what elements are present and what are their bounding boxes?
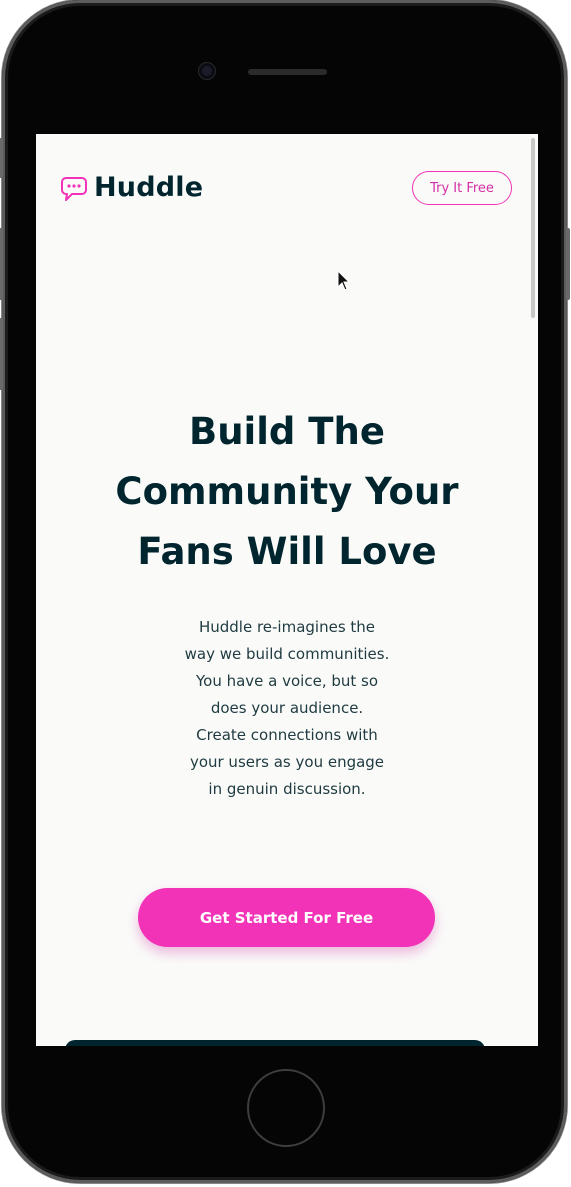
hero-title: Build The Community Your Fans Will Love: [115, 410, 459, 573]
screen: Huddle Try It Free Build The Community Y…: [36, 134, 538, 1046]
logo[interactable]: Huddle: [60, 172, 203, 203]
next-section-card: [65, 1040, 485, 1046]
hero-description: Huddle re-imagines the way we build comm…: [184, 618, 390, 798]
get-started-button[interactable]: Get Started For Free: [138, 888, 435, 947]
front-camera: [199, 63, 215, 79]
phone-frame: Huddle Try It Free Build The Community Y…: [0, 0, 570, 1183]
try-it-free-button[interactable]: Try It Free: [412, 171, 512, 205]
site-header: Huddle Try It Free: [60, 171, 512, 208]
logo-text: Huddle: [94, 172, 204, 203]
chat-bubble-icon: [61, 176, 87, 201]
scrollbar[interactable]: [531, 138, 535, 318]
volume-up-button: [0, 228, 3, 300]
mute-switch: [0, 138, 3, 178]
home-button[interactable]: [247, 1069, 325, 1147]
power-button: [566, 228, 570, 300]
mouse-cursor-icon: [337, 270, 351, 291]
earpiece-speaker: [248, 69, 327, 75]
volume-down-button: [0, 318, 3, 390]
